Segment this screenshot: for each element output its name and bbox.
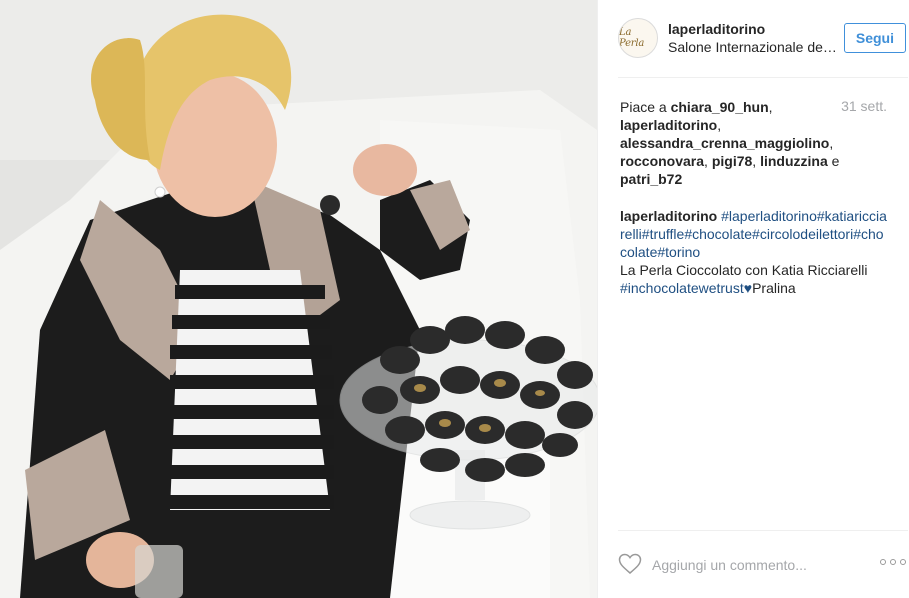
like-user-link[interactable]: alessandra_crenna_maggiolino — [620, 135, 829, 151]
dot — [880, 559, 886, 565]
likes-summary: Piace a chiara_90_hun, laperladitorino, … — [620, 99, 840, 187]
avatar-logo-text: La Perla — [619, 27, 645, 49]
post-footer — [618, 530, 908, 598]
caption-username-link[interactable]: laperladitorino — [620, 208, 717, 224]
post-timestamp[interactable]: 31 sett. — [841, 98, 887, 114]
like-user-link[interactable]: patri_b72 — [620, 171, 682, 187]
likes-joiner: e — [827, 153, 840, 169]
like-user-link[interactable]: pigi78 — [712, 153, 752, 169]
post-photo[interactable] — [0, 0, 597, 598]
more-options-icon[interactable] — [880, 557, 906, 567]
post-caption: laperladitorino #laperladitorino#katiari… — [620, 207, 890, 297]
like-user-link[interactable]: chiara_90_hun — [671, 99, 769, 115]
post-sidebar: La Perla laperladitorino Salone Internaz… — [597, 0, 909, 598]
post-header: La Perla laperladitorino Salone Internaz… — [618, 18, 908, 78]
like-user-link[interactable]: linduzzina — [760, 153, 828, 169]
dot — [900, 559, 906, 565]
like-user-link[interactable]: laperladitorino — [620, 117, 717, 133]
follow-button[interactable]: Segui — [843, 23, 906, 53]
caption-text: La Perla Cioccolato con Katia Ricciarell… — [620, 262, 868, 278]
dot — [890, 559, 896, 565]
caption-tail: Pralina — [752, 280, 796, 296]
likes-prefix: Piace a — [620, 99, 671, 115]
location-link[interactable]: Salone Internazionale del Libro — [668, 39, 838, 55]
comment-input[interactable] — [652, 555, 862, 575]
photo-illustration — [0, 0, 597, 598]
heart-outline-icon[interactable] — [618, 553, 642, 575]
blue-heart-icon: ♥ — [743, 280, 753, 296]
caption-hashtag-link[interactable]: #inchocolatewetrust — [620, 280, 744, 296]
username-link[interactable]: laperladitorino — [668, 21, 765, 37]
like-user-link[interactable]: rocconovara — [620, 153, 704, 169]
avatar[interactable]: La Perla — [618, 18, 658, 58]
